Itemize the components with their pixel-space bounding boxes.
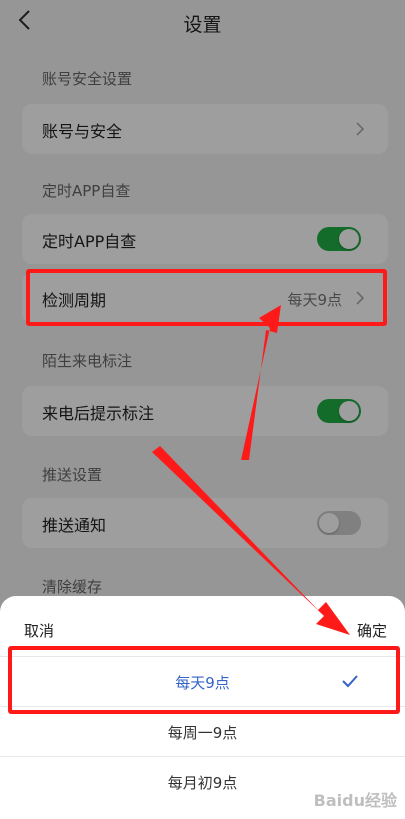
option-label: 每周一9点 <box>167 724 238 742</box>
cancel-button[interactable]: 取消 <box>24 620 54 641</box>
highlight-box-selected-option <box>8 646 400 714</box>
highlight-box-detection-cycle <box>26 269 387 326</box>
confirm-button[interactable]: 确定 <box>357 620 387 641</box>
watermark: Baidu经验 <box>313 791 397 810</box>
